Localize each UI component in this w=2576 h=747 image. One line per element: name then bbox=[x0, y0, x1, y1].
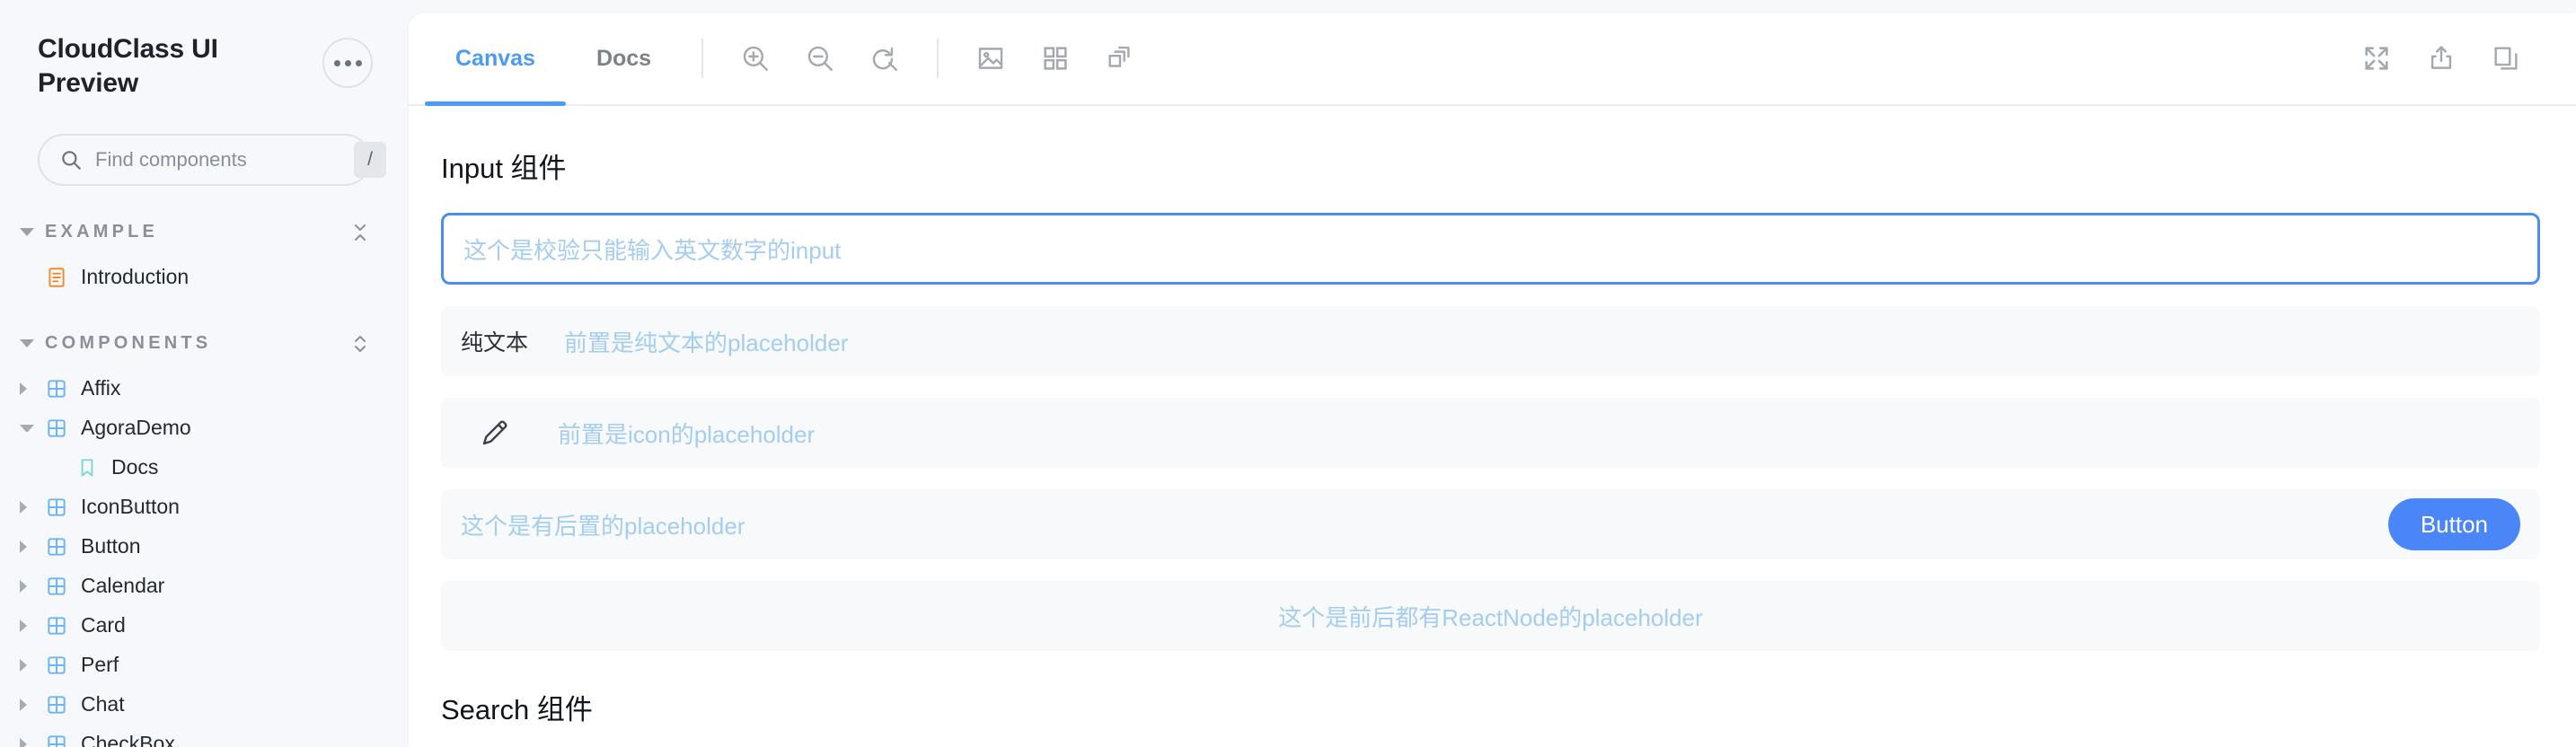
right-tools bbox=[2344, 33, 2538, 83]
chevron-down-icon bbox=[20, 339, 34, 348]
sidebar-item-calendar[interactable]: Calendar bbox=[0, 567, 409, 606]
copy-icon[interactable] bbox=[2481, 33, 2531, 83]
grid-component-icon bbox=[45, 377, 68, 400]
app-title: CloudClass UI Preview bbox=[38, 34, 218, 99]
sidebar-item-docs[interactable]: Docs bbox=[0, 448, 409, 488]
suffix-button[interactable]: Button bbox=[2387, 498, 2520, 550]
sidebar-item-iconbutton[interactable]: IconButton bbox=[0, 488, 409, 527]
sidebar-item-checkbox[interactable]: CheckBox bbox=[0, 725, 409, 747]
toolbar-divider bbox=[701, 39, 704, 78]
sidebar-item-label: AgoraDemo bbox=[81, 416, 191, 440]
sidebar-item-label: CheckBox bbox=[81, 732, 175, 747]
grid-component-icon bbox=[45, 575, 68, 598]
sidebar-item-card[interactable]: Card bbox=[0, 606, 409, 646]
sidebar-item-label: Card bbox=[81, 613, 126, 637]
sidebar-section-example[interactable]: EXAMPLE bbox=[0, 209, 409, 256]
sidebar-item-label: Affix bbox=[81, 376, 121, 400]
input-placeholder: 这个是有后置的placeholder bbox=[461, 512, 745, 540]
canvas-area: Input 组件 这个是校验只能输入英文数字的input 纯文本 前置是纯文本的… bbox=[409, 106, 2576, 747]
chevrons-collapse-icon[interactable] bbox=[349, 221, 371, 244]
sidebar-header: CloudClass UI Preview bbox=[0, 0, 409, 101]
grid-component-icon bbox=[45, 614, 68, 637]
zoom-tools bbox=[723, 33, 917, 83]
sidebar-section-label: COMPONENTS bbox=[45, 333, 212, 354]
chevron-right-icon[interactable] bbox=[20, 500, 34, 514]
fullscreen-icon[interactable] bbox=[2351, 33, 2402, 83]
search-input[interactable] bbox=[83, 147, 354, 171]
sidebar-section-label: EXAMPLE bbox=[45, 222, 159, 242]
grid-component-icon bbox=[45, 417, 68, 440]
zoom-in-icon[interactable] bbox=[730, 33, 781, 83]
chevron-right-icon[interactable] bbox=[20, 619, 34, 632]
document-icon bbox=[45, 266, 68, 289]
chevron-right-icon[interactable] bbox=[20, 737, 34, 747]
toolbar: Canvas Docs bbox=[409, 13, 2576, 106]
share-icon[interactable] bbox=[2416, 33, 2466, 83]
layers-icon[interactable] bbox=[1095, 33, 1145, 83]
chevrons-expand-icon[interactable] bbox=[349, 332, 371, 356]
suffix-button-input-row[interactable]: 这个是有后置的placeholder Button bbox=[441, 489, 2540, 559]
both-reactnode-input-row[interactable]: 这个是前后都有ReactNode的placeholder bbox=[441, 581, 2540, 651]
grid-view-icon[interactable] bbox=[1030, 33, 1081, 83]
app-root: CloudClass UI Preview / EXAMPLE bbox=[0, 0, 2576, 747]
search-shortcut-key: / bbox=[354, 141, 386, 178]
tab-docs[interactable]: Docs bbox=[566, 13, 682, 104]
grid-component-icon bbox=[45, 693, 68, 716]
sidebar: CloudClass UI Preview / EXAMPLE bbox=[0, 0, 409, 747]
sidebar-item-agorademo[interactable]: AgoraDemo bbox=[0, 409, 409, 448]
chevron-right-icon[interactable] bbox=[20, 698, 34, 711]
sidebar-item-affix[interactable]: Affix bbox=[0, 369, 409, 409]
sidebar-item-label: Perf bbox=[81, 653, 119, 677]
sidebar-item-label: Docs bbox=[111, 455, 159, 479]
input-placeholder: 前置是纯文本的placeholder bbox=[564, 329, 849, 356]
toolbar-divider bbox=[937, 39, 940, 78]
sidebar-item-label: Calendar bbox=[81, 574, 165, 598]
sidebar-item-introduction[interactable]: Introduction bbox=[0, 258, 409, 297]
search-icon bbox=[59, 148, 83, 171]
input-placeholder: 这个是前后都有ReactNode的placeholder bbox=[1278, 603, 1703, 631]
sidebar-item-chat[interactable]: Chat bbox=[0, 685, 409, 725]
chevron-right-icon[interactable] bbox=[20, 658, 34, 672]
sidebar-item-label: Button bbox=[81, 534, 141, 558]
input-prefix-text: 纯文本 bbox=[461, 330, 529, 356]
view-tools bbox=[958, 33, 1152, 83]
page-title-search: Search 组件 bbox=[441, 694, 593, 725]
image-icon[interactable] bbox=[966, 33, 1016, 83]
sidebar-list-components: Affix AgoraDemo Docs IconButton Button C… bbox=[0, 369, 409, 747]
input-placeholder: 前置是icon的placeholder bbox=[558, 420, 816, 448]
grid-component-icon bbox=[45, 733, 68, 747]
chevron-right-icon[interactable] bbox=[20, 540, 34, 553]
text-prefix-input-row[interactable]: 纯文本 前置是纯文本的placeholder bbox=[441, 306, 2540, 376]
zoom-out-icon[interactable] bbox=[795, 33, 845, 83]
sidebar-section-components[interactable]: COMPONENTS bbox=[0, 321, 409, 367]
icon-prefix-input-row[interactable]: 前置是icon的placeholder bbox=[441, 398, 2540, 468]
sidebar-item-label: Introduction bbox=[81, 265, 190, 289]
tab-canvas[interactable]: Canvas bbox=[425, 13, 566, 106]
grid-component-icon bbox=[45, 654, 68, 677]
main-panel: Canvas Docs Input 组件 这个是校验只能输入英文数字的input… bbox=[409, 13, 2576, 747]
validated-input-row[interactable]: 这个是校验只能输入英文数字的input bbox=[441, 213, 2540, 285]
tab-bar: Canvas Docs bbox=[409, 13, 682, 106]
ellipsis-icon[interactable] bbox=[322, 38, 373, 88]
search-box[interactable]: / bbox=[38, 133, 386, 186]
grid-component-icon bbox=[45, 496, 68, 519]
sidebar-list-example: Introduction bbox=[0, 258, 409, 297]
input-placeholder: 这个是校验只能输入英文数字的input bbox=[463, 236, 842, 264]
chevron-down-icon bbox=[20, 228, 34, 237]
chevron-down-icon[interactable] bbox=[20, 424, 34, 432]
grid-component-icon bbox=[45, 535, 68, 558]
sidebar-item-label: Chat bbox=[81, 692, 125, 716]
chevron-right-icon[interactable] bbox=[20, 382, 34, 395]
pencil-icon bbox=[479, 417, 511, 449]
chevron-right-icon[interactable] bbox=[20, 579, 34, 593]
zoom-reset-icon[interactable] bbox=[860, 33, 910, 83]
page-title-input: Input 组件 bbox=[441, 153, 567, 184]
sidebar-item-button[interactable]: Button bbox=[0, 527, 409, 567]
sidebar-item-label: IconButton bbox=[81, 495, 180, 519]
bookmark-icon bbox=[75, 456, 99, 479]
sidebar-item-perf[interactable]: Perf bbox=[0, 646, 409, 685]
